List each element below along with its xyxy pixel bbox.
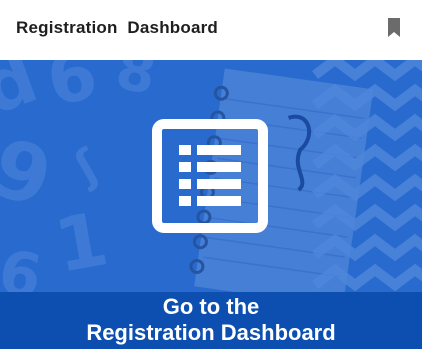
bookmark-icon[interactable] [386, 17, 402, 39]
card-header: Registration Dashboard [0, 0, 422, 60]
dashboard-card: Registration Dashboard d 6 8 9 1 6 ʃ Go … [0, 0, 422, 349]
dashboard-link-caption[interactable]: Go to the Registration Dashboard [0, 292, 422, 349]
caption-line-2: Registration Dashboard [86, 320, 336, 345]
hero-image-link[interactable]: d 6 8 9 1 6 ʃ [0, 60, 422, 292]
caption-line-1: Go to the [162, 294, 260, 319]
list-document-icon [152, 119, 268, 233]
card-title: Registration Dashboard [16, 18, 219, 37]
